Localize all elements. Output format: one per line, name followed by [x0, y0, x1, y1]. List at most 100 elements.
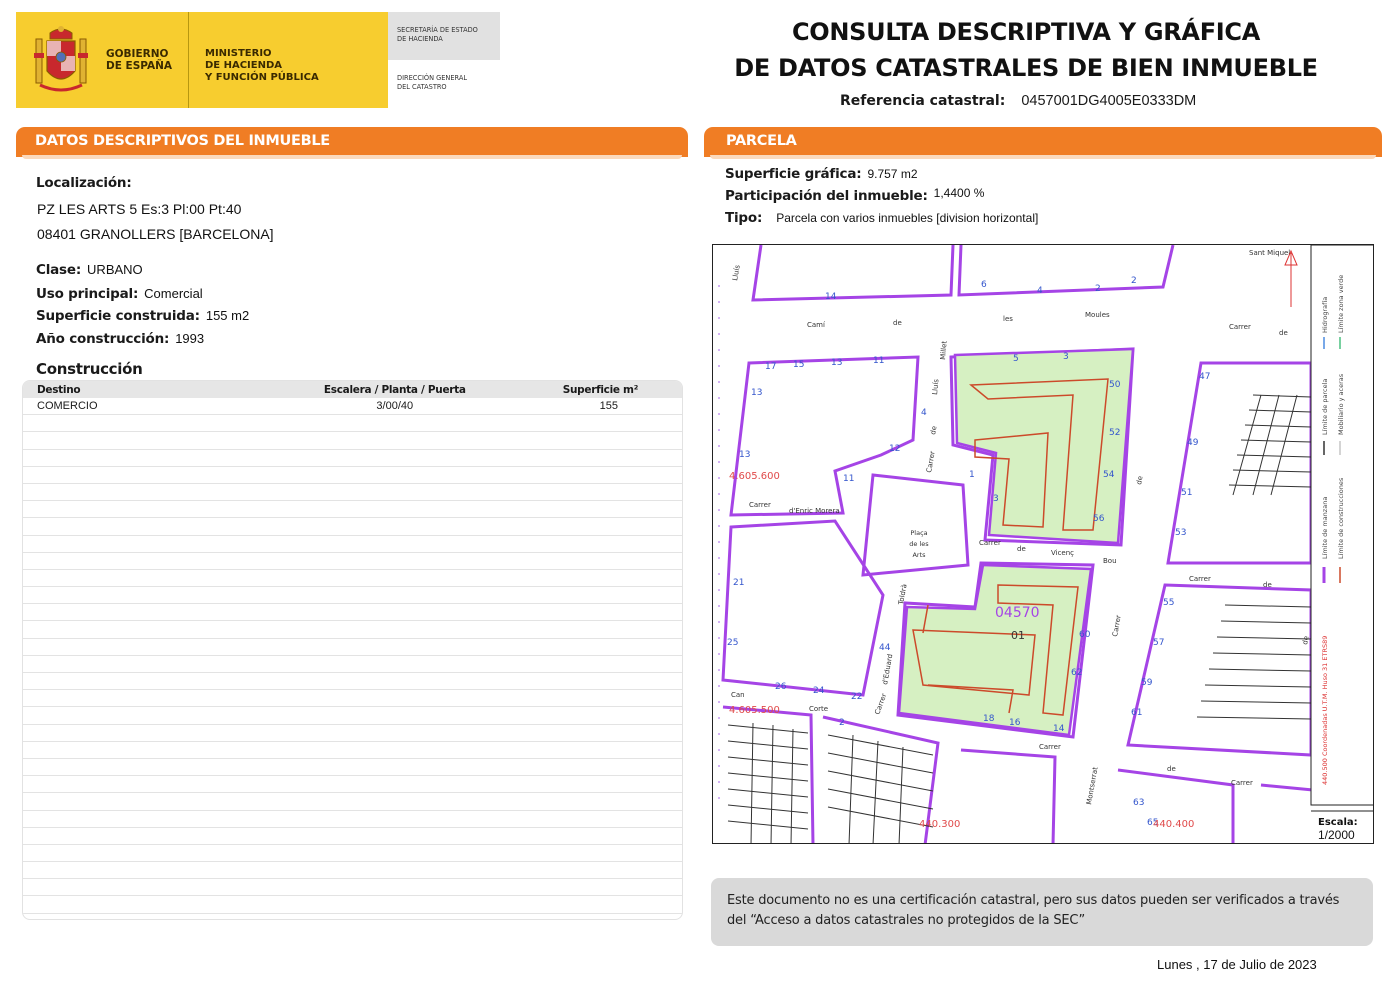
- table-row-empty: [23, 639, 682, 656]
- tipo-label: Tipo:: [725, 210, 763, 226]
- logo-gobierno-text: GOBIERNO DE ESPAÑA: [106, 48, 173, 72]
- table-row-empty: [23, 845, 682, 863]
- table-row-empty: [23, 553, 682, 570]
- header-escalera: Escalera / Planta / Puerta: [323, 383, 466, 396]
- logo-ministerio-text: MINISTERIO DE HACIENDA Y FUNCIÓN PÚBLICA: [205, 48, 319, 83]
- map-svg: 1464 2217 15 13 11 125 3 131311 226 24 2218 1…: [718, 245, 1373, 843]
- table-row-empty: [23, 656, 682, 673]
- construccion-table: Destino Escalera / Planta / Puerta Super…: [22, 380, 683, 920]
- table-row-empty: [23, 518, 682, 536]
- construccion-title: Construcción: [36, 360, 143, 378]
- svg-text:26: 26: [775, 682, 787, 692]
- legend-hidrografia: Hidrografía: [1321, 297, 1329, 333]
- table-row: COMERCIO 3/00/40 155: [23, 398, 682, 416]
- document-date: Lunes , 17 de Julio de 2023: [1157, 957, 1317, 972]
- legend-manzana: Límite de manzana: [1321, 497, 1329, 559]
- header-superficie: Superficie m²: [562, 383, 639, 396]
- svg-text:Carrer: Carrer: [873, 692, 888, 715]
- svg-text:16: 16: [1009, 718, 1021, 728]
- svg-text:24: 24: [813, 686, 825, 696]
- svg-text:Moules: Moules: [1085, 311, 1110, 319]
- svg-text:de: de: [1135, 475, 1144, 485]
- svg-text:62: 62: [1071, 668, 1082, 678]
- table-row-empty: [23, 707, 682, 725]
- table-row-empty: [23, 604, 682, 622]
- coat-of-arms-icon: [16, 12, 106, 108]
- legend-construcciones: Límite de construcciones: [1337, 477, 1345, 559]
- table-row-empty: [23, 690, 682, 708]
- svg-text:21: 21: [733, 578, 744, 588]
- header-destino: Destino: [37, 383, 81, 396]
- table-row-empty: [23, 742, 682, 759]
- document-title: CONSULTA DESCRIPTIVA Y GRÁFICA DE DATOS …: [700, 14, 1352, 86]
- escala-value: 1/2000: [1318, 828, 1355, 842]
- table-row-empty: [23, 570, 682, 588]
- svg-text:Carrer: Carrer: [1039, 743, 1061, 751]
- svg-text:3: 3: [993, 494, 999, 504]
- table-row-empty: [23, 896, 682, 914]
- svg-text:55: 55: [1163, 598, 1174, 608]
- participacion-value: 1,4400 %: [933, 186, 985, 200]
- svg-text:47: 47: [1199, 372, 1210, 382]
- uso-label: Uso principal:: [36, 286, 139, 302]
- title-line-2: DE DATOS CATASTRALES DE BIEN INMUEBLE: [734, 54, 1318, 82]
- table-row-empty: [23, 484, 682, 502]
- cadastral-map[interactable]: 14 6 4 2 2 17 15 13 11 12 5 3 13 13 11 2 26 24 22 18 1…: [712, 244, 1374, 844]
- table-row-empty: [23, 776, 682, 794]
- logo-secretaria-text: SECRETARÍA DE ESTADO DE HACIENDA: [388, 12, 500, 60]
- svg-text:2: 2: [1131, 276, 1137, 286]
- tipo-row: Tipo: Parcela con varios inmuebles [divis…: [725, 209, 1038, 227]
- superficie-row: Superficie construida: 155 m2: [36, 307, 249, 325]
- disclaimer-notice: Este documento no es una certificación c…: [711, 878, 1373, 946]
- clase-value: URBANO: [87, 262, 143, 277]
- anio-row: Año construcción: 1993: [36, 330, 204, 348]
- empty-rows: [23, 415, 682, 914]
- svg-text:13: 13: [831, 358, 842, 368]
- clase-row: Clase: URBANO: [36, 261, 143, 279]
- table-row-empty: [23, 467, 682, 484]
- svg-text:1: 1: [969, 470, 975, 480]
- parcela-superficie-value: 9.757 m2: [867, 167, 918, 181]
- svg-text:22: 22: [851, 692, 862, 702]
- table-row-empty: [23, 879, 682, 897]
- svg-text:60: 60: [1079, 630, 1091, 640]
- svg-text:13: 13: [739, 450, 750, 460]
- tipo-value: Parcela con varios inmuebles [division h…: [776, 211, 1039, 225]
- anio-value: 1993: [175, 331, 205, 346]
- svg-text:59: 59: [1141, 678, 1153, 688]
- svg-text:Lluís: Lluís: [731, 264, 742, 281]
- svg-text:Arts: Arts: [912, 551, 926, 559]
- superficie-value: 155 m2: [205, 308, 250, 323]
- section-header-parcela: PARCELA: [704, 127, 1382, 159]
- svg-text:Camí: Camí: [807, 321, 826, 329]
- logo-direccion-text: DIRECCIÓN GENERAL DEL CATASTRO: [397, 74, 468, 91]
- superficie-label: Superficie construida:: [36, 308, 200, 324]
- svg-text:Vicenç: Vicenç: [1051, 549, 1074, 557]
- table-row-empty: [23, 432, 682, 450]
- table-row-empty: [23, 450, 682, 467]
- table-header: Destino Escalera / Planta / Puerta Super…: [23, 381, 682, 398]
- svg-text:de les: de les: [909, 540, 929, 548]
- logo-side-panel: SECRETARÍA DE ESTADO DE HACIENDA DIRECCI…: [388, 12, 500, 108]
- table-row-empty: [23, 587, 682, 605]
- ref-label: Referencia catastral:: [840, 93, 1006, 109]
- address-line-2: 08401 GRANOLLERS [BARCELONA]: [37, 226, 274, 242]
- svg-text:de: de: [1017, 545, 1026, 553]
- svg-text:Can: Can: [731, 691, 745, 699]
- gobierno-logo: GOBIERNO DE ESPAÑA MINISTERIO DE HACIEND…: [16, 12, 388, 108]
- svg-text:2: 2: [1095, 284, 1101, 294]
- table-row-empty: [23, 415, 682, 433]
- svg-text:Plaça: Plaça: [910, 529, 927, 537]
- localizacion-label: Localización:: [36, 175, 132, 191]
- svg-text:4: 4: [921, 408, 927, 418]
- svg-text:6: 6: [981, 280, 987, 290]
- table-row-empty: [23, 759, 682, 777]
- svg-text:12: 12: [889, 444, 900, 454]
- svg-text:Montserrat: Montserrat: [1085, 766, 1100, 805]
- svg-text:18: 18: [983, 714, 995, 724]
- ref-value: 0457001DG4005E0333DM: [1021, 93, 1197, 109]
- legend-parcela: Límite de parcela: [1321, 379, 1329, 435]
- clase-label: Clase:: [36, 262, 82, 278]
- cell-superficie: 155: [599, 400, 618, 413]
- svg-text:Carrer: Carrer: [925, 450, 937, 473]
